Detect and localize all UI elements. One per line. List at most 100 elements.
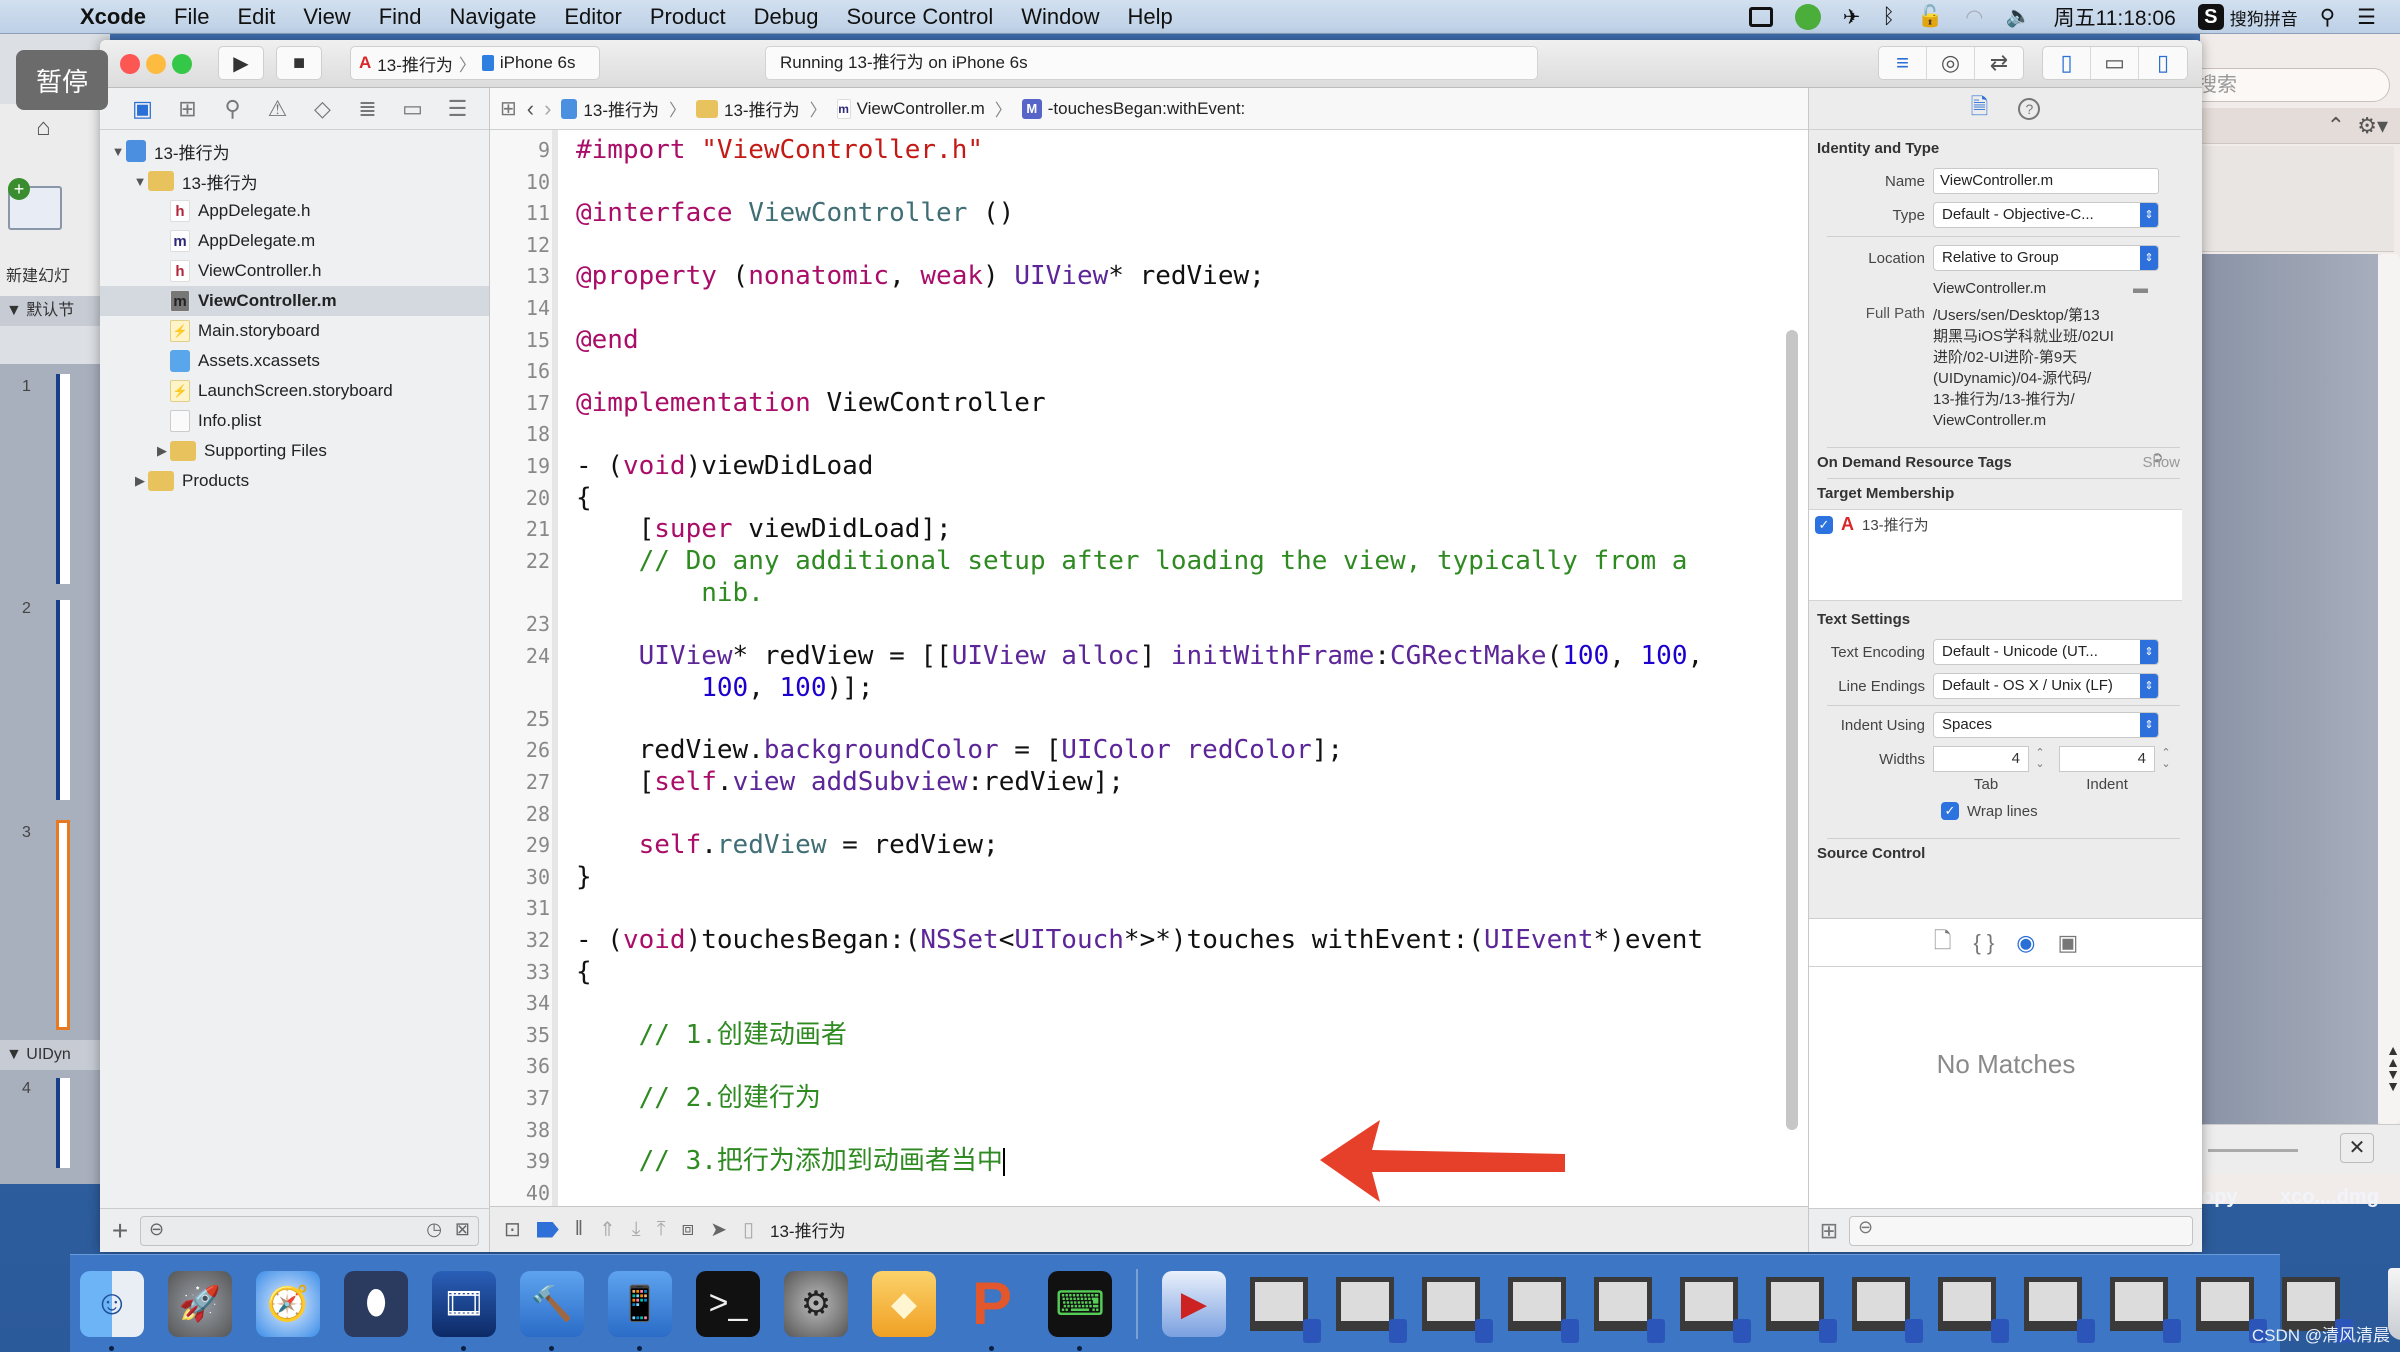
location-popup[interactable]: Relative to Group ⇕ [1933, 245, 2159, 271]
home-icon[interactable]: ⌂ [36, 114, 51, 142]
finder-dock-icon[interactable]: ☺ [80, 1270, 144, 1351]
minimized-window-dock-icon[interactable] [2024, 1276, 2095, 1343]
debug-navigator-icon[interactable]: ≣ [345, 96, 390, 122]
breakpoints-toggle-icon[interactable] [536, 1221, 559, 1238]
lock-icon[interactable]: 🔓 [1917, 5, 1943, 29]
clock[interactable]: 周五11:18:06 [2054, 2, 2176, 32]
gear-icon[interactable]: ⚙▾ [2357, 113, 2388, 138]
desktop-item-label[interactable]: opy [2202, 1186, 2238, 1209]
minimized-window-dock-icon[interactable] [1594, 1276, 1665, 1343]
file-tree-item-selected[interactable]: m ViewController.m [100, 286, 489, 316]
back-button[interactable]: ‹ [527, 96, 534, 122]
file-tree-item[interactable]: Assets.xcassets [100, 346, 489, 376]
file-tree-item[interactable]: ⚡ Main.storyboard [100, 316, 489, 346]
file-tree-item[interactable]: ⚡ LaunchScreen.storyboard [100, 376, 489, 406]
notification-center-icon[interactable]: ☰ [2357, 5, 2376, 30]
indent-using-popup[interactable]: Spaces ⇕ [1933, 712, 2159, 738]
code-line[interactable]: { [576, 482, 592, 514]
minimized-window-dock-icon[interactable] [1680, 1276, 1751, 1343]
stop-button[interactable]: ■ [276, 46, 322, 80]
file-tree-item[interactable]: ▼ 13-推行为 [100, 166, 489, 196]
zoom-slider[interactable] [2208, 1149, 2298, 1152]
disclosure-expanded-icon[interactable]: ▼ [132, 174, 148, 189]
desktop-item-label[interactable]: xco....dmg [2280, 1186, 2379, 1209]
hide-debug-area-icon[interactable]: ⊡ [504, 1217, 521, 1242]
breakpoint-navigator-icon[interactable]: ▭ [390, 96, 435, 122]
pause-icon[interactable]: ‖ [575, 1218, 583, 1241]
grid-view-icon[interactable]: ⊞ [1809, 1218, 1849, 1244]
code-line[interactable]: redView.backgroundColor = [UIColor redCo… [576, 734, 1343, 766]
menu-navigate[interactable]: Navigate [436, 4, 551, 30]
tab-width-field[interactable]: 4 [1933, 746, 2029, 772]
menu-editor[interactable]: Editor [550, 4, 635, 30]
breadcrumb-group[interactable]: 13-推行为 [696, 96, 800, 121]
wrap-lines-checkbox[interactable]: ✓ [1941, 802, 1959, 820]
menu-app-xcode[interactable]: Xcode [66, 4, 160, 30]
spotlight-icon[interactable]: ⚲ [2320, 5, 2335, 30]
forward-button[interactable]: › [544, 96, 551, 122]
name-field[interactable]: ViewController.m [1933, 168, 2159, 194]
code-line[interactable]: #import "ViewController.h" [576, 134, 983, 166]
code-line[interactable]: @implementation ViewController [576, 387, 1046, 419]
code-line[interactable]: - (void)touchesBegan:(NSSet<UITouch*>*)t… [576, 924, 1703, 956]
menu-help[interactable]: Help [1114, 4, 1187, 30]
file-tree-item[interactable]: m AppDelegate.m [100, 226, 489, 256]
line-endings-popup[interactable]: Default - OS X / Unix (LF) ⇕ [1933, 673, 2159, 699]
test-navigator-icon[interactable]: ◇ [300, 96, 345, 122]
breadcrumb-file[interactable]: m ViewController.m [836, 98, 985, 119]
mouse-dock-icon[interactable]: ⬮ [344, 1270, 408, 1337]
report-navigator-icon[interactable]: ☰ [435, 96, 480, 122]
code-line[interactable]: } [576, 861, 592, 893]
toggle-debug-area-icon[interactable]: ▭ [2091, 47, 2139, 79]
file-tree-item[interactable]: h ViewController.h [100, 256, 489, 286]
disclosure-collapsed-icon[interactable]: ▶ [132, 473, 148, 489]
minimized-window-dock-icon[interactable] [1852, 1276, 1923, 1343]
close-window-button[interactable] [120, 54, 140, 74]
code-line[interactable]: // Do any additional setup after loading… [576, 545, 1688, 609]
menu-debug[interactable]: Debug [740, 4, 833, 30]
system-preferences-dock-icon[interactable]: ⚙ [784, 1270, 848, 1337]
menu-edit[interactable]: Edit [223, 4, 289, 30]
sketch-dock-icon[interactable]: ◆ [872, 1270, 936, 1337]
scrollbar[interactable] [2378, 254, 2400, 1124]
photo-booth-dock-icon[interactable]: 🎞 [432, 1270, 496, 1351]
source-editor[interactable]: 9 10 11 12 13 14 15 16 17 18 19 20 21 22 23 24 25 26 27 28 2… [490, 130, 1808, 1206]
menu-find[interactable]: Find [365, 4, 436, 30]
encoding-popup[interactable]: Default - Unicode (UT... ⇕ [1933, 639, 2159, 665]
file-tree-item[interactable]: Info.plist [100, 406, 489, 436]
version-editor-icon[interactable]: ⇄ [1975, 47, 2023, 79]
section-header[interactable]: ▼ 默认节 [0, 296, 110, 326]
step-out-icon[interactable]: ⤒ [657, 1218, 666, 1241]
menu-window[interactable]: Window [1007, 4, 1113, 30]
chevron-up-icon[interactable]: ⌃ [2327, 113, 2345, 138]
menu-source-control[interactable]: Source Control [833, 4, 1008, 30]
slide-thumbnail[interactable] [56, 600, 70, 800]
issue-navigator-icon[interactable]: ⚠ [255, 96, 300, 122]
screen-recorder-icon[interactable] [1748, 7, 1773, 27]
code-line[interactable]: @end [576, 324, 639, 356]
breadcrumb-method[interactable]: M -touchesBegan:withEvent: [1021, 98, 1245, 119]
show-button[interactable]: Show [2142, 448, 2180, 478]
pause-badge[interactable]: 暂停 [16, 50, 108, 110]
powerpoint-dock-icon[interactable]: P [960, 1270, 1024, 1351]
file-inspector-tab-icon[interactable]: 🗎 [1971, 90, 1989, 128]
standard-editor-icon[interactable]: ≡ [1879, 47, 1927, 79]
code-snippet-library-icon[interactable]: { } [1973, 930, 1994, 956]
unsaved-filter-icon[interactable]: ⊠ [455, 1219, 470, 1240]
slide-thumbnail[interactable] [56, 1078, 70, 1168]
new-slide-button[interactable]: + [8, 174, 68, 254]
quick-help-tab-icon[interactable]: ? [2018, 97, 2041, 120]
indent-width-stepper[interactable]: ⌃ ⌄ [2159, 748, 2173, 770]
input-method[interactable]: S 搜狗拼音 [2197, 4, 2298, 30]
target-checkbox[interactable]: ✓ [1815, 515, 1833, 534]
minimized-window-dock-icon[interactable] [1508, 1276, 1579, 1343]
object-library-icon[interactable]: ◉ [2016, 930, 2035, 956]
navigator-filter-field[interactable]: ⊖ ◷ ⊠ [140, 1215, 479, 1246]
indent-width-field[interactable]: 4 [2059, 746, 2155, 772]
code-line[interactable]: UIView* redView = [[UIView alloc] initWi… [576, 640, 1704, 704]
file-tree-item[interactable]: ▶ Supporting Files [100, 436, 489, 466]
minimized-window-dock-icon[interactable] [1250, 1276, 1321, 1343]
file-tree-item[interactable]: h AppDelegate.h [100, 196, 489, 226]
disclosure-expanded-icon[interactable]: ▼ [110, 144, 126, 159]
code-line[interactable]: [self.view addSubview:redView]; [576, 766, 1124, 798]
